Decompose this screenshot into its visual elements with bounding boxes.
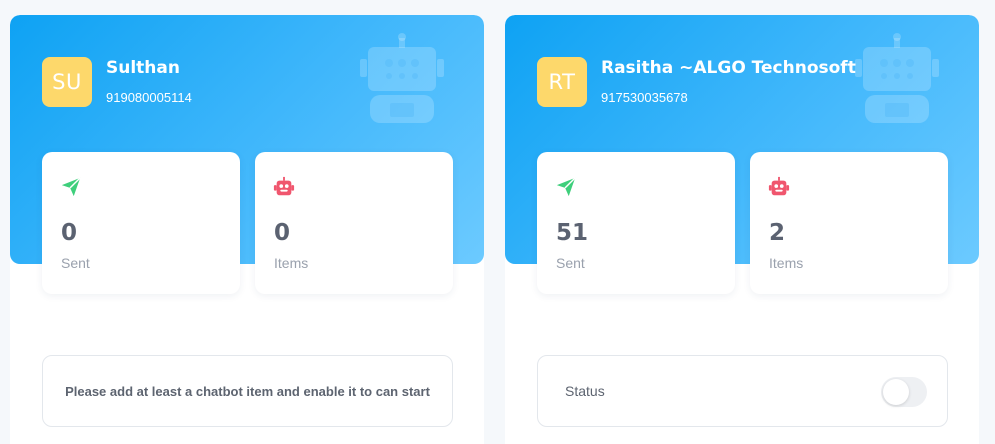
stat-value: 2 [769, 220, 786, 246]
robot-icon [768, 176, 790, 196]
avatar: RT [537, 57, 587, 107]
avatar: SU [42, 57, 92, 107]
stat-value: 0 [274, 220, 291, 246]
stat-sent: 0 Sent [42, 152, 240, 294]
contact-name: Rasitha ~ALGO Technosoft [601, 58, 856, 78]
stat-label: Items [769, 255, 804, 271]
chatbot-card-sulthan: SU Sulthan 919080005114 0 Sent 0 Items P… [10, 15, 484, 444]
robot-icon [273, 176, 295, 196]
robot-watermark-icon [360, 33, 444, 123]
status-label: Status [565, 383, 605, 399]
send-icon [556, 177, 576, 197]
chatbot-card-rasitha: RT Rasitha ~ALGO Technosoft 917530035678… [505, 15, 979, 444]
toggle-knob [883, 379, 909, 405]
contact-phone: 919080005114 [106, 90, 192, 105]
stat-label: Sent [556, 255, 585, 271]
status-row: Status [537, 355, 948, 427]
stat-sent: 51 Sent [537, 152, 735, 294]
status-toggle[interactable] [881, 377, 927, 407]
stat-value: 51 [556, 220, 589, 246]
robot-watermark-icon [855, 33, 939, 123]
stat-label: Sent [61, 255, 90, 271]
contact-phone: 917530035678 [601, 90, 688, 105]
contact-name: Sulthan [106, 58, 180, 78]
stat-value: 0 [61, 220, 78, 246]
stat-items: 2 Items [750, 152, 948, 294]
setup-notice: Please add at least a chatbot item and e… [42, 355, 453, 427]
send-icon [61, 177, 81, 197]
stat-label: Items [274, 255, 309, 271]
stat-items: 0 Items [255, 152, 453, 294]
